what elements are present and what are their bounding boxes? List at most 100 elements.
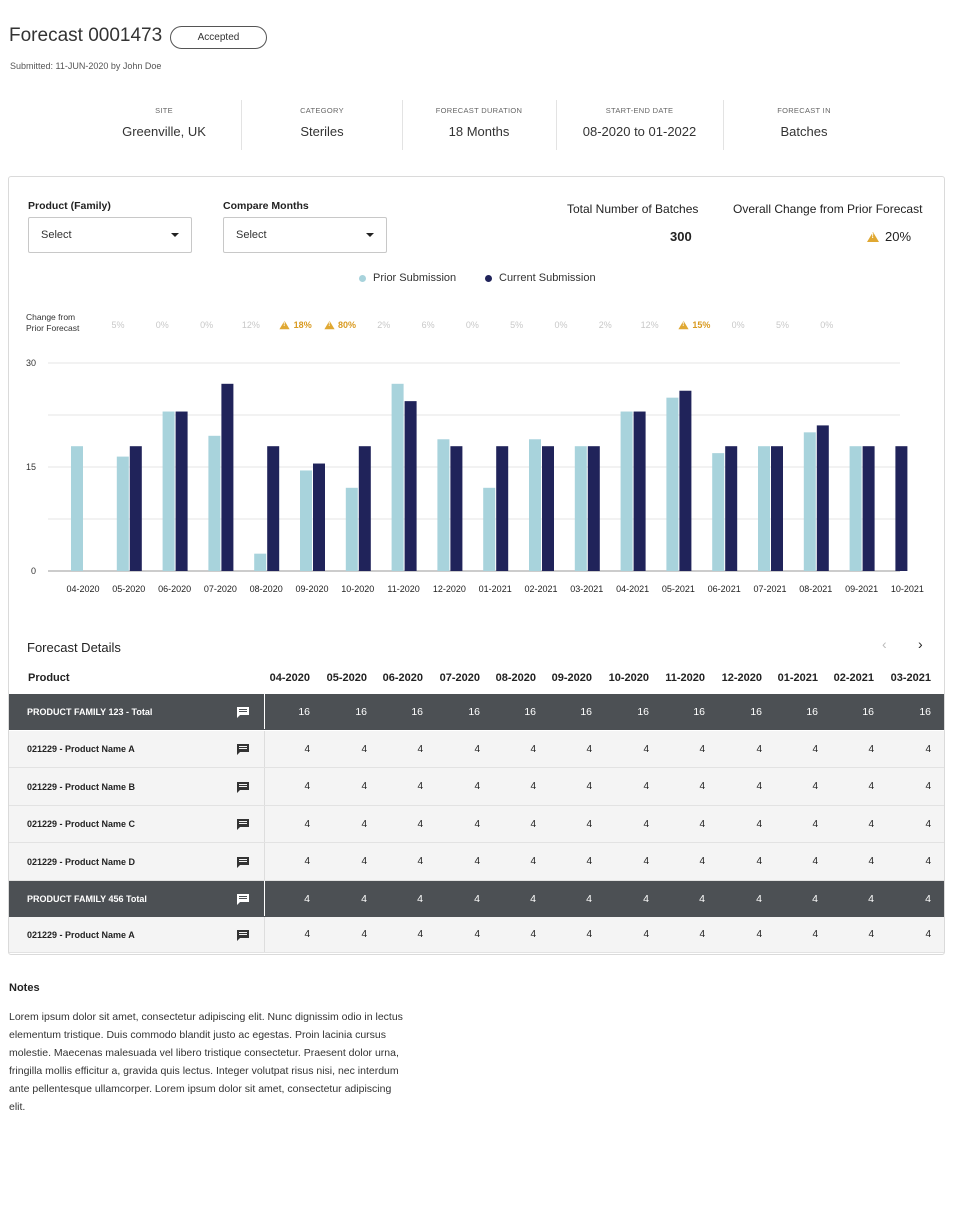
bar-prior <box>849 446 862 571</box>
value-cell: 4 <box>586 743 592 755</box>
bar-current <box>267 446 280 571</box>
bar-current <box>496 446 509 571</box>
value-cell: 16 <box>580 705 592 718</box>
comment-icon[interactable] <box>236 893 250 905</box>
value-cell: 16 <box>468 705 480 718</box>
comment-icon[interactable] <box>236 781 250 793</box>
x-tick-label: 07-2021 <box>753 584 786 594</box>
bar-current <box>816 425 829 571</box>
value-cell: 16 <box>693 705 705 718</box>
value-cell: 4 <box>699 929 705 940</box>
bar-prior <box>391 383 404 571</box>
value-cell: 4 <box>530 818 536 830</box>
x-tick-label: 04-2020 <box>66 584 99 594</box>
prev-page-button[interactable]: ‹ <box>882 636 887 652</box>
bar-current <box>725 446 738 571</box>
comment-icon[interactable] <box>236 706 250 718</box>
bar-current <box>404 401 417 571</box>
value-cell: 4 <box>417 743 423 755</box>
value-cell: 4 <box>812 743 818 755</box>
bar-current <box>771 446 783 571</box>
value-cell: 4 <box>756 892 762 905</box>
bar-current <box>450 446 463 571</box>
bar-current <box>862 446 875 571</box>
value-cell: 4 <box>361 929 367 940</box>
value-cell: 4 <box>530 929 536 940</box>
bar-prior <box>162 411 175 571</box>
value-cell: 16 <box>919 705 931 718</box>
x-tick-label: 09-2021 <box>845 584 878 594</box>
bar-current <box>129 446 142 571</box>
x-tick-label: 12-2020 <box>433 584 466 594</box>
value-cell: 4 <box>417 892 423 905</box>
value-cell: 4 <box>868 892 874 905</box>
month-column-header: 05-2020 <box>326 672 367 684</box>
value-cell: 4 <box>586 818 592 830</box>
product-name-cell: 021229 - Product Name A <box>9 917 265 952</box>
value-cell: 16 <box>355 705 367 718</box>
comment-icon[interactable] <box>236 929 250 941</box>
next-page-button[interactable]: › <box>918 636 923 652</box>
bar-current <box>633 411 646 571</box>
value-cell: 4 <box>530 781 536 792</box>
value-cell: 4 <box>417 929 423 940</box>
bar-current <box>313 463 325 571</box>
notes-body: Lorem ipsum dolor sit amet, consectetur … <box>9 1011 403 1113</box>
comment-icon[interactable] <box>236 743 250 755</box>
value-cell: 4 <box>474 929 480 940</box>
month-column-header: 03-2021 <box>890 672 931 684</box>
comment-icon[interactable] <box>236 818 250 830</box>
product-name-cell: 021229 - Product Name B <box>9 768 265 805</box>
bar-current <box>679 390 692 571</box>
value-cell: 4 <box>474 743 480 755</box>
bar-prior <box>437 439 450 571</box>
value-cell: 4 <box>699 743 705 755</box>
x-tick-label: 01-2021 <box>479 584 512 594</box>
y-tick-label: 0 <box>31 566 36 576</box>
bar-prior <box>529 439 541 571</box>
value-cell: 4 <box>586 929 592 940</box>
value-cell: 4 <box>586 781 592 792</box>
value-cell: 4 <box>925 818 931 830</box>
x-tick-label: 08-2021 <box>799 584 832 594</box>
bar-prior <box>116 456 129 571</box>
value-cell: 4 <box>812 818 818 830</box>
value-cell: 4 <box>304 781 310 792</box>
value-cell: 4 <box>756 743 762 755</box>
month-column-header: 04-2020 <box>269 672 310 684</box>
x-tick-label: 10-2021 <box>891 584 924 594</box>
bar-prior <box>712 453 725 571</box>
bar-prior <box>803 432 816 571</box>
comment-icon[interactable] <box>236 856 250 868</box>
table-row: 021229 - Product Name A 4 4 4 4 4 4 4 4 4 4 4 4 <box>9 917 944 953</box>
x-tick-label: 06-2021 <box>708 584 741 594</box>
value-cell: 4 <box>474 781 480 792</box>
forecast-bar-chart: 0 15 30 04-2020 05-2020 06-2020 07-2020 08-2020… <box>26 358 924 594</box>
value-cell: 4 <box>643 929 649 940</box>
value-cell: 4 <box>474 856 480 867</box>
value-cell: 16 <box>637 705 649 718</box>
product-column-header: Product <box>28 672 70 684</box>
value-cell: 16 <box>524 705 536 718</box>
forecast-details-title: Forecast Details <box>27 640 121 655</box>
value-cell: 4 <box>925 892 931 905</box>
value-cell: 16 <box>750 705 762 718</box>
month-column-header: 07-2020 <box>439 672 480 684</box>
x-tick-label: 02-2021 <box>524 584 557 594</box>
value-cell: 4 <box>643 818 649 830</box>
x-tick-label: 05-2020 <box>112 584 145 594</box>
value-cell: 4 <box>304 743 310 755</box>
product-name: 021229 - Product Name A <box>27 929 135 940</box>
value-cell: 4 <box>868 818 874 830</box>
month-column-header: 01-2021 <box>777 672 818 684</box>
bar-current <box>895 446 908 571</box>
x-tick-label: 08-2020 <box>250 584 283 594</box>
product-name-cell: 021229 - Product Name A <box>9 731 265 767</box>
product-name-cell: PRODUCT FAMILY 456 Total <box>9 881 265 916</box>
value-cell: 4 <box>361 818 367 830</box>
value-cell: 4 <box>361 743 367 755</box>
value-cell: 4 <box>699 781 705 792</box>
month-column-header: 11-2020 <box>665 672 705 684</box>
product-name: 021229 - Product Name A <box>27 744 135 754</box>
value-cell: 4 <box>361 892 367 905</box>
